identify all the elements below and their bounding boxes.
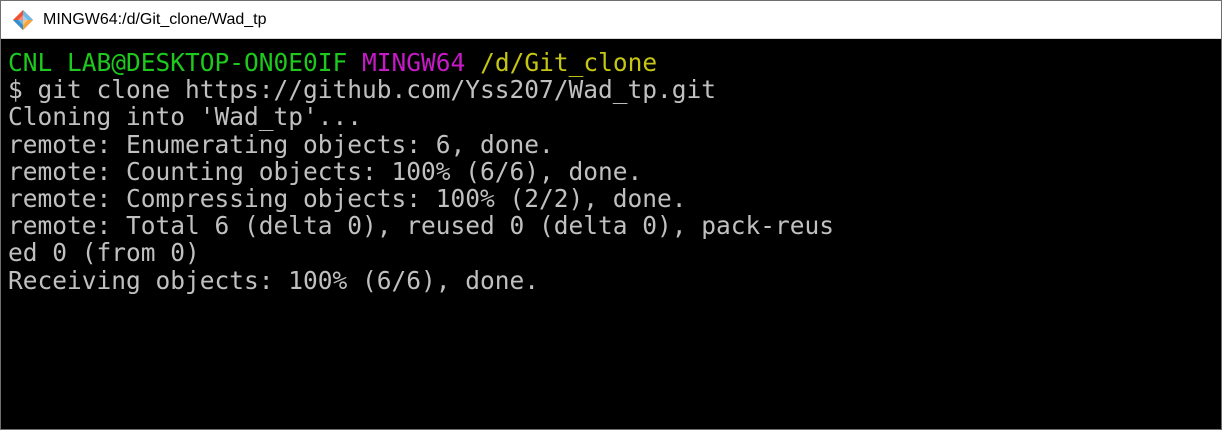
output-line: remote: Compressing objects: 100% (2/2),… xyxy=(8,183,687,213)
output-line: remote: Counting objects: 100% (6/6), do… xyxy=(8,156,643,186)
prompt-environment: MINGW64 xyxy=(362,48,466,77)
output-line: remote: Total 6 (delta 0), reused 0 (del… xyxy=(8,211,835,241)
title-bar[interactable]: MINGW64:/d/Git_clone/Wad_tp xyxy=(1,1,1221,39)
git-bash-icon xyxy=(12,9,34,31)
output-line: remote: Enumerating objects: 6, done. xyxy=(8,129,554,159)
terminal-window: MINGW64:/d/Git_clone/Wad_tp CNL LAB@DESK… xyxy=(0,0,1222,430)
command-line: $ git clone https://github.com/Yss207/Wa… xyxy=(8,75,717,105)
output-line: ed 0 (from 0) xyxy=(8,238,200,268)
window-title: MINGW64:/d/Git_clone/Wad_tp xyxy=(43,10,267,28)
terminal-output-area[interactable]: CNL LAB@DESKTOP-ON0E0IF MINGW64 /d/Git_c… xyxy=(1,39,1221,429)
prompt-line: CNL LAB@DESKTOP-ON0E0IF MINGW64 /d/Git_c… xyxy=(8,49,1221,76)
output-line: Receiving objects: 100% (6/6), done. xyxy=(8,265,540,295)
prompt-path: /d/Git_clone xyxy=(480,48,658,77)
output-line: Cloning into 'Wad_tp'... xyxy=(8,102,363,132)
prompt-user-host: CNL LAB@DESKTOP-ON0E0IF xyxy=(8,48,348,77)
